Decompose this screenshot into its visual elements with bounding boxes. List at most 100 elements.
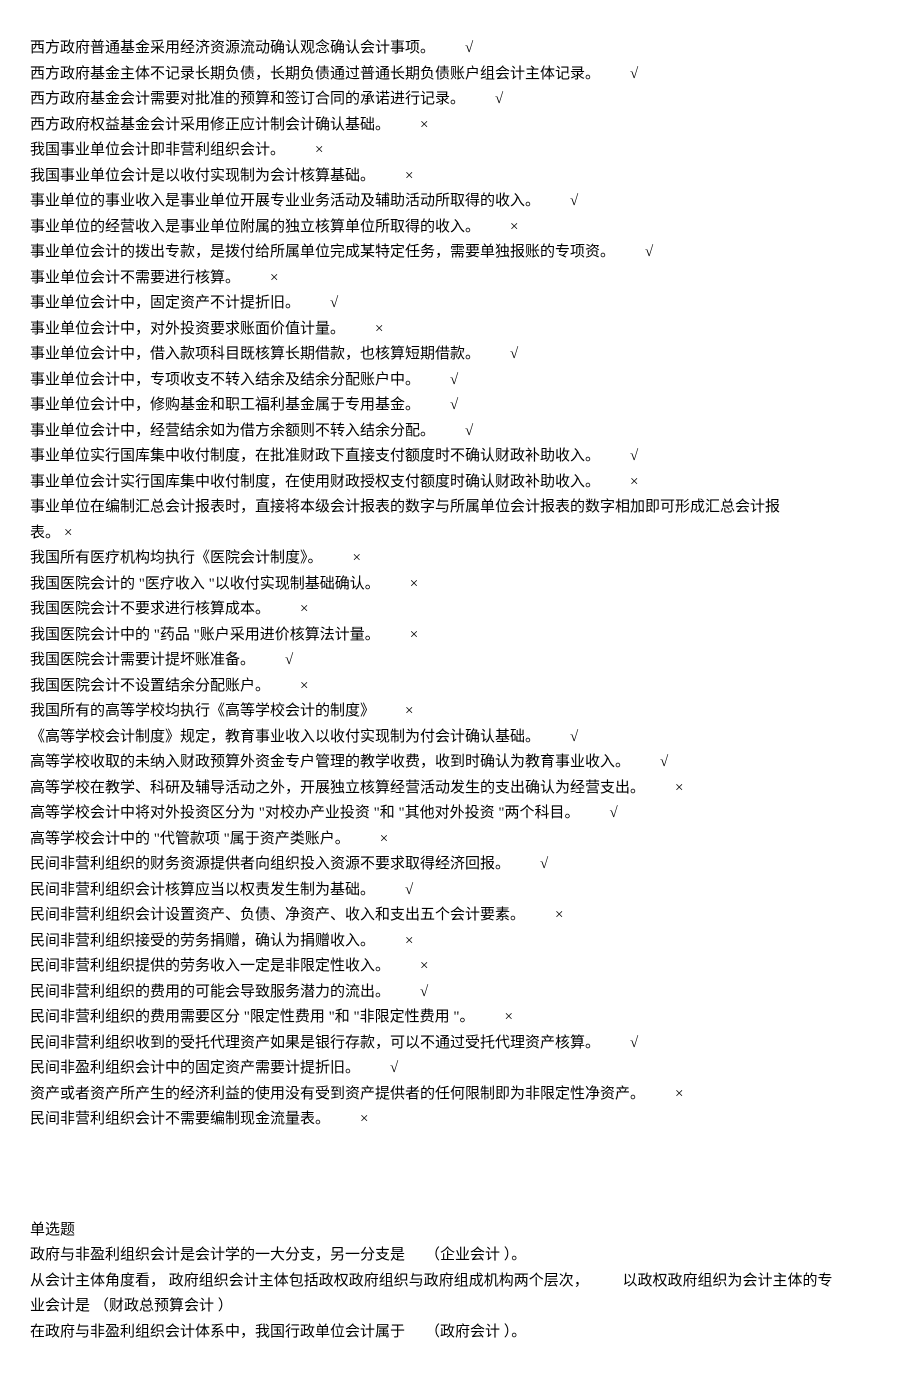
question-text: 从会计主体角度看， 政府组织会计主体包括政权政府组织与政府组成机构两个层次， bbox=[30, 1273, 593, 1289]
answer-mark: √ bbox=[630, 444, 638, 470]
statement-text: 事业单位会计实行国库集中收付制度，在使用财政授权支付额度时确认财政补助收入。 bbox=[30, 474, 600, 490]
statement-text: 高等学校会计中的 "代管款项 "属于资产类账户。 bbox=[30, 831, 350, 847]
answer-text: （政府会计 ）。 bbox=[425, 1324, 526, 1340]
tf-line: 事业单位会计中，借入款项科目既核算长期借款，也核算短期借款。√ bbox=[30, 342, 890, 368]
tf-line: 西方政府普通基金采用经济资源流动确认观念确认会计事项。√ bbox=[30, 36, 890, 62]
statement-text: 我国医院会计中的 "药品 "账户采用进价核算法计量。 bbox=[30, 627, 380, 643]
tf-wrap-line1: 事业单位在编制汇总会计报表时，直接将本级会计报表的数字与所属单位会计报表的数字相… bbox=[30, 495, 890, 521]
statement-text: 《高等学校会计制度》规定，教育事业收入以收付实现制为付会计确认基础。 bbox=[30, 729, 540, 745]
section-gap bbox=[30, 1133, 890, 1218]
statement-text: 事业单位实行国库集中收付制度，在批准财政下直接支付额度时不确认财政补助收入。 bbox=[30, 448, 600, 464]
statement-text: 我国医院会计不要求进行核算成本。 bbox=[30, 601, 270, 617]
statement-text: 西方政府基金会计需要对批准的预算和签订合同的承诺进行记录。 bbox=[30, 91, 465, 107]
answer-mark: × bbox=[64, 521, 72, 547]
statement-text: 事业单位会计中，固定资产不计提折旧。 bbox=[30, 295, 300, 311]
answer-mark: √ bbox=[610, 801, 618, 827]
answer-mark: × bbox=[510, 215, 518, 241]
statement-text: 我国医院会计需要计提坏账准备。 bbox=[30, 652, 255, 668]
answer-mark: × bbox=[405, 929, 413, 955]
question-text-tail: 以政权政府组织为会计主体的专 bbox=[623, 1273, 833, 1289]
answer-mark: × bbox=[410, 572, 418, 598]
answer-mark: × bbox=[300, 597, 308, 623]
answer-mark: √ bbox=[495, 87, 503, 113]
tf-line: 民间非营利组织的财务资源提供者向组织投入资源不要求取得经济回报。√ bbox=[30, 852, 890, 878]
statement-text: 民间非营利组织接受的劳务捐赠，确认为捐赠收入。 bbox=[30, 933, 375, 949]
tf-line: 民间非营利组织的费用需要区分 "限定性费用 "和 "非限定性费用 "。× bbox=[30, 1005, 890, 1031]
statement-text: 我国医院会计的 "医疗收入 "以收付实现制基础确认。 bbox=[30, 576, 380, 592]
answer-mark: × bbox=[420, 113, 428, 139]
answer-mark: × bbox=[410, 623, 418, 649]
tf-line: 我国医院会计需要计提坏账准备。√ bbox=[30, 648, 890, 674]
tf-line: 西方政府基金会计需要对批准的预算和签订合同的承诺进行记录。 √ bbox=[30, 87, 890, 113]
statement-text: 事业单位会计的拨出专款，是拨付给所属单位完成某特定任务，需要单独报账的专项资。 bbox=[30, 244, 615, 260]
tf-line: 西方政府基金主体不记录长期负债，长期负债通过普通长期负债账户组会计主体记录。√ bbox=[30, 62, 890, 88]
answer-mark: × bbox=[315, 138, 323, 164]
tf-line: 高等学校收取的未纳入财政预算外资金专户管理的教学收费，收到时确认为教育事业收入。… bbox=[30, 750, 890, 776]
answer-mark: × bbox=[405, 699, 413, 725]
tf-line: 我国事业单位会计即非营利组织会计。 × bbox=[30, 138, 890, 164]
mc-line: 从会计主体角度看， 政府组织会计主体包括政权政府组织与政府组成机构两个层次， 以… bbox=[30, 1269, 890, 1295]
tf-line: 民间非营利组织接受的劳务捐赠，确认为捐赠收入。 × bbox=[30, 929, 890, 955]
statement-text: 民间非营利组织的费用需要区分 "限定性费用 "和 "非限定性费用 "。 bbox=[30, 1009, 475, 1025]
mc-line: 在政府与非盈利组织会计体系中，我国行政单位会计属于 （政府会计 ）。 bbox=[30, 1320, 890, 1346]
statement-text: 事业单位的事业收入是事业单位开展专业业务活动及辅助活动所取得的收入。 bbox=[30, 193, 540, 209]
tf-line: 民间非营利组织会计不需要编制现金流量表。 × bbox=[30, 1107, 890, 1133]
answer-text: （财政总预算会计 ） bbox=[94, 1298, 233, 1314]
answer-mark: × bbox=[555, 903, 563, 929]
answer-mark: × bbox=[405, 164, 413, 190]
statement-text: 民间非营利组织会计不需要编制现金流量表。 bbox=[30, 1111, 330, 1127]
statement-text: 事业单位会计中，经营结余如为借方余额则不转入结余分配。 bbox=[30, 423, 435, 439]
tf-line: 高等学校会计中将对外投资区分为 "对校办产业投资 "和 "其他对外投资 "两个科… bbox=[30, 801, 890, 827]
tf-line: 事业单位会计的拨出专款，是拨付给所属单位完成某特定任务，需要单独报账的专项资。 √ bbox=[30, 240, 890, 266]
answer-mark: √ bbox=[465, 36, 473, 62]
tf-line: 我国所有的高等学校均执行《高等学校会计的制度》× bbox=[30, 699, 890, 725]
question-text: 政府与非盈利组织会计是会计学的一大分支，另一分支是 bbox=[30, 1247, 405, 1263]
statement-text: 民间非营利组织提供的劳务收入一定是非限定性收入。 bbox=[30, 958, 390, 974]
tf-line: 事业单位会计不需要进行核算。 × bbox=[30, 266, 890, 292]
tf-line: 《高等学校会计制度》规定，教育事业收入以收付实现制为付会计确认基础。√ bbox=[30, 725, 890, 751]
statement-text: 民间非营利组织的费用的可能会导致服务潜力的流出。 bbox=[30, 984, 390, 1000]
answer-mark: × bbox=[675, 776, 683, 802]
answer-mark: √ bbox=[405, 878, 413, 904]
statement-text: 事业单位会计中，借入款项科目既核算长期借款，也核算短期借款。 bbox=[30, 346, 480, 362]
tf-line: 事业单位会计中，修购基金和职工福利基金属于专用基金。√ bbox=[30, 393, 890, 419]
statement-text: 事业单位会计中，专项收支不转入结余及结余分配账户中。 bbox=[30, 372, 420, 388]
tf-line: 事业单位实行国库集中收付制度，在批准财政下直接支付额度时不确认财政补助收入。 √ bbox=[30, 444, 890, 470]
tf-line: 我国所有医疗机构均执行《医院会计制度》。× bbox=[30, 546, 890, 572]
answer-mark: × bbox=[360, 1107, 368, 1133]
tf-line: 事业单位会计中，经营结余如为借方余额则不转入结余分配。√ bbox=[30, 419, 890, 445]
single-choice-heading: 单选题 bbox=[30, 1218, 890, 1244]
tf-line: 事业单位会计中，固定资产不计提折旧。 √ bbox=[30, 291, 890, 317]
statement-text: 我国事业单位会计是以收付实现制为会计核算基础。 bbox=[30, 168, 375, 184]
tf-line: 民间非盈利组织会计中的固定资产需要计提折旧。√ bbox=[30, 1056, 890, 1082]
statement-text: 民间非营利组织的财务资源提供者向组织投入资源不要求取得经济回报。 bbox=[30, 856, 510, 872]
mc-line: 业会计是（财政总预算会计 ） bbox=[30, 1294, 890, 1320]
statement-text: 民间非营利组织会计核算应当以权责发生制为基础。 bbox=[30, 882, 375, 898]
answer-mark: √ bbox=[450, 368, 458, 394]
answer-mark: √ bbox=[570, 189, 578, 215]
tf-line: 西方政府权益基金会计采用修正应计制会计确认基础。 × bbox=[30, 113, 890, 139]
answer-mark: × bbox=[353, 546, 361, 572]
tf-line: 高等学校在教学、科研及辅导活动之外，开展独立核算经营活动发生的支出确认为经营支出… bbox=[30, 776, 890, 802]
tf-wrap-line2: 表。× bbox=[30, 521, 890, 547]
tf-line: 民间非营利组织收到的受托代理资产如果是银行存款，可以不通过受托代理资产核算。√ bbox=[30, 1031, 890, 1057]
tf-line: 民间非营利组织的费用的可能会导致服务潜力的流出。√ bbox=[30, 980, 890, 1006]
answer-mark: √ bbox=[630, 62, 638, 88]
statement-text: 西方政府权益基金会计采用修正应计制会计确认基础。 bbox=[30, 117, 390, 133]
answer-mark: × bbox=[270, 266, 278, 292]
answer-mark: × bbox=[630, 470, 638, 496]
statement-text: 事业单位会计不需要进行核算。 bbox=[30, 270, 240, 286]
answer-mark: √ bbox=[330, 291, 338, 317]
tf-line: 民间非营利组织会计设置资产、负债、净资产、收入和支出五个会计要素。× bbox=[30, 903, 890, 929]
statement-text: 民间非营利组织收到的受托代理资产如果是银行存款，可以不通过受托代理资产核算。 bbox=[30, 1035, 600, 1051]
tf-line: 事业单位的经营收入是事业单位附属的独立核算单位所取得的收入。× bbox=[30, 215, 890, 241]
tf-line: 资产或者资产所产生的经济利益的使用没有受到资产提供者的任何限制即为非限定性净资产… bbox=[30, 1082, 890, 1108]
answer-mark: √ bbox=[645, 240, 653, 266]
statement-text: 事业单位在编制汇总会计报表时，直接将本级会计报表的数字与所属单位会计报表的数字相… bbox=[30, 499, 780, 515]
tf-line: 我国医院会计中的 "药品 "账户采用进价核算法计量。 × bbox=[30, 623, 890, 649]
statement-text: 我国事业单位会计即非营利组织会计。 bbox=[30, 142, 285, 158]
tf-line: 高等学校会计中的 "代管款项 "属于资产类账户。× bbox=[30, 827, 890, 853]
tf-line: 民间非营利组织提供的劳务收入一定是非限定性收入。× bbox=[30, 954, 890, 980]
mc-line: 政府与非盈利组织会计是会计学的一大分支，另一分支是（企业会计 ）。 bbox=[30, 1243, 890, 1269]
question-text: 在政府与非盈利组织会计体系中，我国行政单位会计属于 bbox=[30, 1324, 405, 1340]
